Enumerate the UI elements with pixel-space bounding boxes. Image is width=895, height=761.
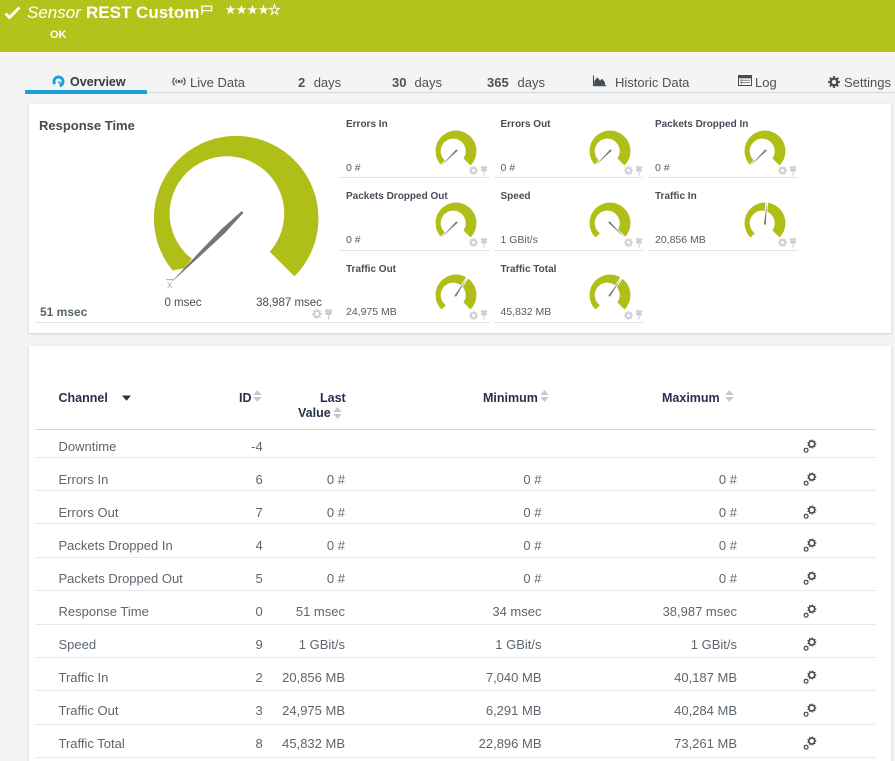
svg-text:x: x [167,279,173,291]
